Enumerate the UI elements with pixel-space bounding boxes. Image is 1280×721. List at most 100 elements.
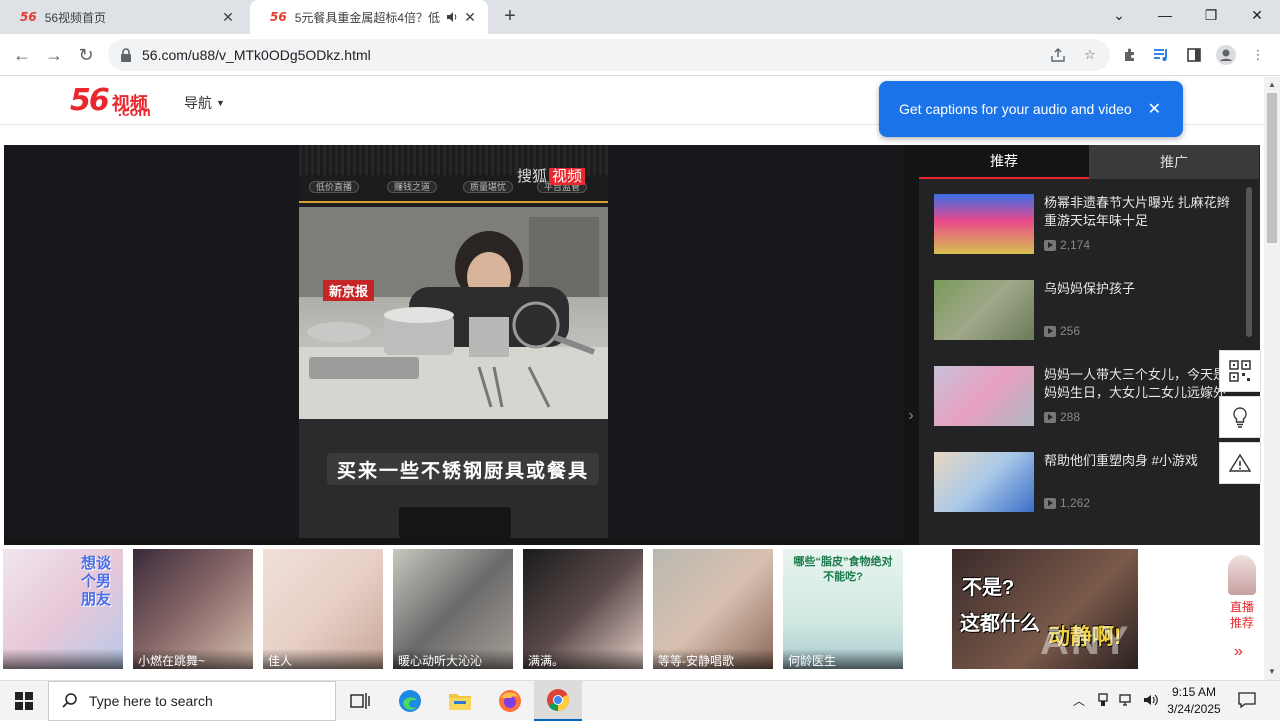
warning-report-icon[interactable] — [1219, 442, 1261, 484]
tab-strip: 56 56视频首页 ✕ 56 5元餐具重金属超标4倍？低 ✕ + ⌄ — ❐ ✕ — [0, 0, 1280, 34]
volume-icon[interactable] — [1142, 691, 1160, 709]
taskbar-search-input[interactable]: Type here to search — [48, 681, 336, 721]
live-recommend-button[interactable]: 直播推荐 » — [1220, 547, 1264, 667]
list-item[interactable]: 杨幂非遗春节大片曝光 扎麻花辫重游天坛年味十足 2,174 — [934, 194, 1234, 256]
play-count-icon — [1044, 325, 1056, 337]
view-count: 288 — [1044, 410, 1080, 424]
view-count: 2,174 — [1044, 238, 1090, 252]
tab-active-video[interactable]: 56 5元餐具重金属超标4倍？低 ✕ — [250, 0, 488, 34]
media-controls-icon[interactable] — [1152, 45, 1172, 65]
lock-icon[interactable] — [120, 48, 132, 62]
live-card[interactable]: 佳人 — [263, 549, 383, 669]
forward-icon[interactable]: → — [42, 43, 66, 67]
scroll-up-icon[interactable]: ▲ — [1268, 81, 1276, 89]
play-count-icon — [1044, 497, 1056, 509]
chrome-icon[interactable] — [534, 681, 582, 721]
live-card[interactable]: 满满。 — [523, 549, 643, 669]
nav-dropdown[interactable]: 导航 ▼ — [184, 93, 225, 113]
site-logo[interactable]: 56 视频 .com — [70, 83, 151, 119]
video-frame[interactable]: 低价直播 赚钱之道 质量堪忧 平台监管 搜狐 视频 新京报 买来一些不锈钢厨具或… — [299, 145, 608, 538]
tab-title: 5元餐具重金属超标4倍？低 — [294, 10, 441, 25]
video-thumbnail[interactable] — [934, 366, 1034, 426]
bookmark-star-icon[interactable]: ☆ — [1080, 45, 1100, 65]
profile-avatar-icon[interactable] — [1216, 45, 1236, 65]
list-item[interactable]: 乌妈妈保护孩子 256 — [934, 280, 1234, 342]
list-item[interactable]: 帮助他们重塑肉身 #小游戏 1,262 — [934, 452, 1234, 514]
new-tab-button[interactable]: + — [500, 6, 520, 27]
search-placeholder: Type here to search — [89, 693, 213, 709]
task-view-icon[interactable] — [336, 681, 384, 721]
live-card[interactable]: 哪些“脂皮”食物绝对不能吃? 何龄医生 — [783, 549, 903, 669]
web-page: 56 视频 .com 导航 ▼ Get captions for your au… — [0, 77, 1264, 680]
card-caption: 佳人 — [263, 649, 383, 669]
menu-kebab-icon[interactable]: ⋮ — [1248, 45, 1268, 65]
network-icon[interactable] — [1118, 691, 1136, 709]
usb-device-icon[interactable] — [1094, 691, 1112, 709]
close-window-button[interactable]: ✕ — [1234, 0, 1280, 30]
live-card[interactable]: 等等-安静唱歌 — [653, 549, 773, 669]
live-card[interactable]: 想谈个男朋友 — [3, 549, 123, 669]
video-title[interactable]: 帮助他们重塑肉身 #小游戏 — [1044, 452, 1234, 470]
windows-start-icon[interactable] — [0, 681, 48, 721]
video-thumbnail[interactable] — [934, 452, 1034, 512]
recommend-panel: 推荐 推广 杨幂非遗春节大片曝光 扎麻花辫重游天坛年味十足 2,174 乌妈妈保… — [919, 145, 1260, 545]
notification-center-icon[interactable] — [1238, 691, 1256, 709]
file-explorer-icon[interactable] — [436, 681, 484, 721]
caption-promo-text: Get captions for your audio and video — [899, 101, 1132, 117]
url-text[interactable]: 56.com/u88/v_MTk0ODg5ODkz.html — [142, 47, 371, 63]
tab-title: 56视频首页 — [44, 10, 107, 25]
live-card[interactable]: 暖心动听大沁沁 — [393, 549, 513, 669]
lightbulb-icon[interactable] — [1219, 396, 1261, 438]
system-clock[interactable]: 9:15 AM 3/24/2025 — [1162, 684, 1226, 718]
windows-taskbar: Type here to search ︿ 9:15 AM 3/24/2025 — [0, 680, 1280, 721]
video-title[interactable]: 乌妈妈保护孩子 — [1044, 280, 1234, 298]
card-caption: 小燃在跳舞~ — [133, 649, 253, 669]
audio-playing-icon[interactable] — [446, 11, 458, 23]
tab-search-chevron-icon[interactable]: ⌄ — [1096, 0, 1142, 30]
qr-code-icon[interactable] — [1219, 350, 1261, 392]
card-overlay-text: 哪些“脂皮”食物绝对不能吃? — [793, 556, 893, 583]
back-icon[interactable]: ← — [10, 43, 34, 67]
address-bar[interactable]: 56.com/u88/v_MTk0ODg5ODkz.html — [108, 39, 1110, 71]
video-title[interactable]: 妈妈一人带大三个女儿，今天是妈妈生日，大女儿二女儿远嫁外地,... — [1044, 366, 1234, 402]
video-subtitle: 买来一些不锈钢厨具或餐具 — [327, 453, 600, 485]
minimize-button[interactable]: — — [1142, 0, 1188, 30]
video-tag: 质量堪忧 — [463, 181, 514, 193]
video-player[interactable]: 低价直播 赚钱之道 质量堪忧 平台监管 搜狐 视频 新京报 买来一些不锈钢厨具或… — [4, 145, 904, 538]
restore-button[interactable]: ❐ — [1188, 0, 1234, 30]
chevron-right-icon[interactable]: › — [904, 407, 918, 427]
scroll-thumb[interactable] — [1267, 93, 1277, 243]
firefox-icon[interactable] — [486, 681, 534, 721]
tab-56-home[interactable]: 56 56视频首页 ✕ — [0, 0, 246, 34]
panel-scrollbar[interactable] — [1246, 187, 1252, 337]
player-area: 低价直播 赚钱之道 质量堪忧 平台监管 搜狐 视频 新京报 买来一些不锈钢厨具或… — [4, 145, 1260, 545]
tab-promotion[interactable]: 推广 — [1089, 145, 1259, 179]
clock-time: 9:15 AM — [1171, 685, 1217, 699]
nav-label: 导航 — [184, 95, 212, 111]
video-thumbnail[interactable] — [934, 194, 1034, 254]
close-tab-icon[interactable]: ✕ — [462, 9, 478, 25]
video-title[interactable]: 杨幂非遗春节大片曝光 扎麻花辫重游天坛年味十足 — [1044, 194, 1234, 230]
tab-recommend[interactable]: 推荐 — [919, 145, 1089, 179]
sohu-video-watermark: 搜狐 视频 — [517, 165, 586, 186]
video-thumbnail[interactable] — [934, 280, 1034, 340]
share-icon[interactable] — [1048, 45, 1068, 65]
video-scene: 新京报 — [299, 207, 608, 419]
video-tag: 低价直播 — [309, 181, 360, 193]
close-icon[interactable]: ✕ — [1148, 99, 1161, 119]
play-count-icon — [1044, 239, 1056, 251]
close-tab-icon[interactable]: ✕ — [220, 9, 236, 25]
side-panel-icon[interactable] — [1184, 45, 1204, 65]
tray-overflow-chevron-icon[interactable]: ︿ — [1070, 691, 1088, 709]
scroll-down-icon[interactable]: ▼ — [1268, 668, 1276, 676]
live-card[interactable]: 小燃在跳舞~ — [133, 549, 253, 669]
card-overlay-text: 想谈个男朋友 — [81, 555, 112, 608]
logo-number: 56 — [70, 83, 110, 118]
caret-down-icon: ▼ — [216, 98, 225, 108]
search-icon — [62, 693, 77, 708]
page-scrollbar[interactable]: ▲ ▼ — [1264, 77, 1280, 680]
reload-icon[interactable]: ↻ — [74, 43, 98, 67]
list-item[interactable]: 妈妈一人带大三个女儿，今天是妈妈生日，大女儿二女儿远嫁外地,... 288 — [934, 366, 1234, 428]
extensions-icon[interactable] — [1120, 45, 1140, 65]
edge-browser-icon[interactable] — [386, 681, 434, 721]
